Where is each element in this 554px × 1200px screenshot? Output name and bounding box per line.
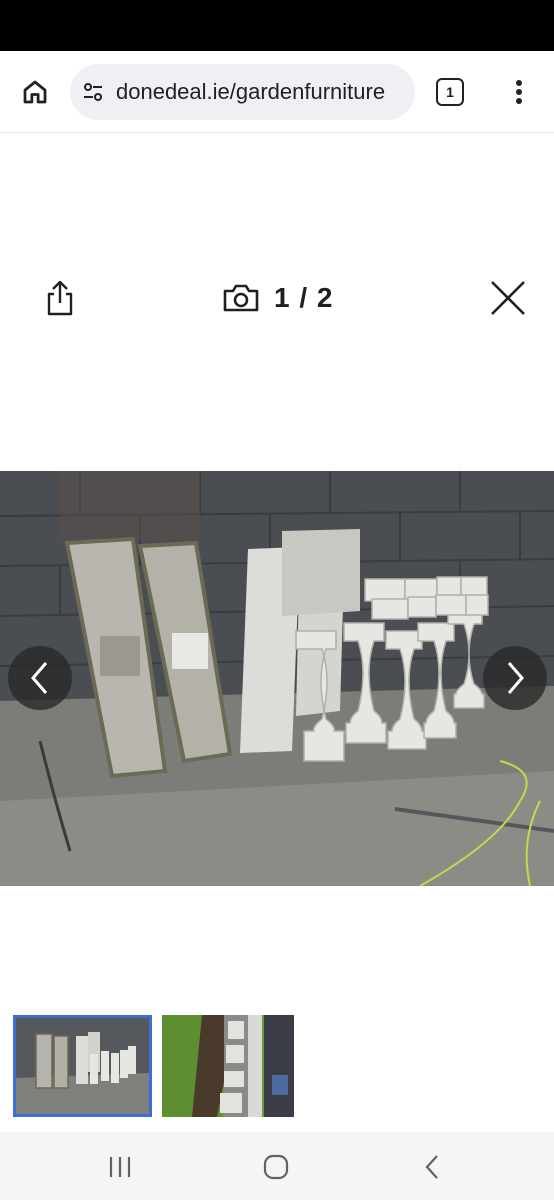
tab-switcher-button[interactable]: 1 <box>436 78 464 106</box>
back-icon <box>425 1155 438 1179</box>
chevron-left-icon <box>31 662 48 694</box>
camera-icon <box>223 284 259 312</box>
previous-photo-button[interactable] <box>8 646 72 710</box>
recents-icon <box>109 1157 131 1177</box>
share-icon <box>47 280 73 316</box>
home-icon <box>23 80 47 104</box>
tab-count: 1 <box>446 84 454 100</box>
share-button[interactable] <box>42 278 78 318</box>
url-text: donedeal.ie/gardenfurniture <box>116 79 386 104</box>
close-icon <box>491 281 525 315</box>
listing-photo[interactable] <box>0 471 554 886</box>
address-bar[interactable]: donedeal.ie/gardenfurniture <box>70 64 415 120</box>
home-icon <box>263 1154 289 1180</box>
browser-toolbar: donedeal.ie/gardenfurniture 1 <box>0 51 554 133</box>
more-vert-icon[interactable] <box>508 74 530 110</box>
counter-text: 1 / 2 <box>274 282 334 313</box>
chevron-right-icon <box>507 662 524 694</box>
thumbnail-1[interactable] <box>13 1015 152 1117</box>
system-home-button[interactable] <box>256 1152 296 1182</box>
status-bar <box>0 0 554 51</box>
tune-icon[interactable] <box>80 79 106 105</box>
system-navigation-bar <box>0 1132 554 1200</box>
thumbnail-2[interactable] <box>162 1015 294 1117</box>
recents-button[interactable] <box>100 1152 140 1182</box>
next-photo-button[interactable] <box>483 646 547 710</box>
back-button[interactable] <box>412 1152 452 1182</box>
home-button[interactable] <box>18 75 52 109</box>
gallery-header: 1 / 2 <box>0 270 554 326</box>
close-button[interactable] <box>488 278 528 318</box>
photo-counter: 1 / 2 <box>222 280 333 316</box>
